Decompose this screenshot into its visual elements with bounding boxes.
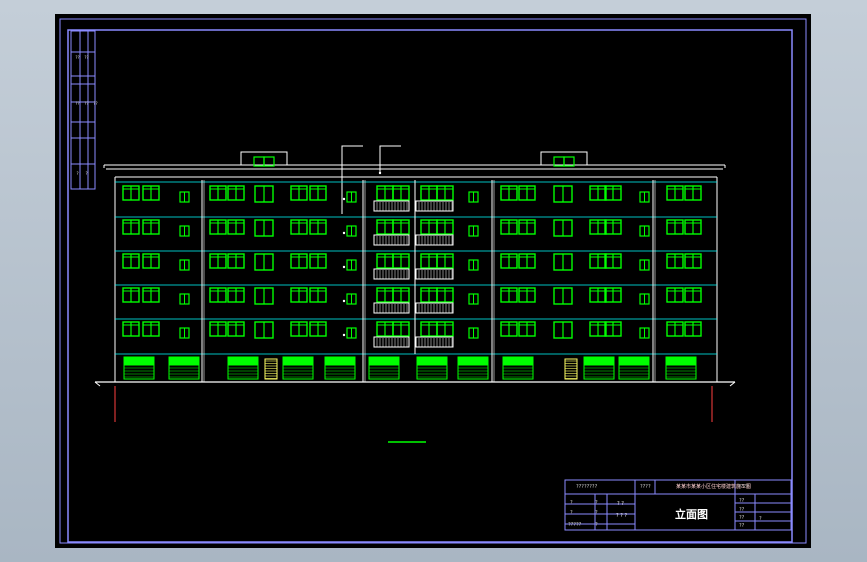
shutter-box: [458, 357, 488, 366]
outer-frame: [59, 18, 807, 544]
dot-marker: [342, 197, 346, 201]
stair-tower-line: [341, 145, 363, 214]
shutter-box: [325, 357, 355, 366]
shutter-box: [584, 357, 614, 366]
stamp-2: ? ? ?: [616, 513, 628, 519]
shutter-box: [169, 357, 199, 366]
small-field-5: ?: [759, 516, 762, 522]
small-field-1: ??: [739, 498, 745, 504]
small-field-3: ??: [739, 515, 745, 521]
shutter-box: [283, 357, 313, 366]
row-value-3: ?: [595, 522, 598, 528]
shutter-box: [228, 357, 258, 366]
balcony-railing-icon: [415, 268, 454, 280]
elevation-drawing: [59, 18, 807, 544]
shutter-box: [503, 357, 533, 366]
balcony-railing-icon: [415, 234, 454, 246]
cad-viewport: ???????? ???? 某某市某某小区住宅楼建筑施工图 ???? ? ? ?…: [0, 0, 867, 562]
drawing-sheet: ???????? ???? 某某市某某小区住宅楼建筑施工图 ???? ? ? ?…: [55, 14, 811, 548]
title-block-code-right: ????: [738, 484, 749, 490]
side-label-5: ??: [93, 101, 98, 106]
side-label-7: ?: [85, 171, 88, 176]
shutter-box: [417, 357, 447, 366]
side-label-2: ??: [84, 55, 89, 60]
title-block-code-mid: ????: [640, 484, 651, 490]
small-field-2: ??: [739, 507, 745, 513]
small-field-4: ??: [739, 523, 745, 529]
row-label-2: ?: [570, 510, 573, 516]
dot-marker: [342, 231, 346, 235]
side-label-4: ??: [84, 101, 89, 106]
balcony-railing-icon: [415, 200, 454, 212]
dot-marker: [342, 299, 346, 303]
shutter-box: [666, 357, 696, 366]
stair-tower-line: [379, 145, 401, 174]
side-label-6: ?: [76, 171, 79, 176]
row-value-2: ?: [595, 510, 598, 516]
balcony-railing-icon: [415, 302, 454, 314]
side-label-3: ??: [75, 101, 80, 106]
balcony-railing-icon: [415, 336, 454, 348]
dot-marker: [342, 265, 346, 269]
shutter-box: [619, 357, 649, 366]
dot-marker: [342, 333, 346, 337]
side-label-1: ??: [75, 55, 80, 60]
shutter-box: [124, 357, 154, 366]
row-label-1: ?: [570, 500, 573, 506]
view-title: 立面图: [675, 508, 708, 521]
dot-marker: [378, 171, 382, 175]
inner-frame: [67, 29, 793, 543]
shutter-box: [369, 357, 399, 366]
stamp-1: ? ?: [617, 501, 624, 507]
row-value-1: ?: [595, 500, 598, 506]
title-block-code-left: ????????: [576, 484, 598, 490]
row-label-3: ?????: [568, 522, 582, 528]
